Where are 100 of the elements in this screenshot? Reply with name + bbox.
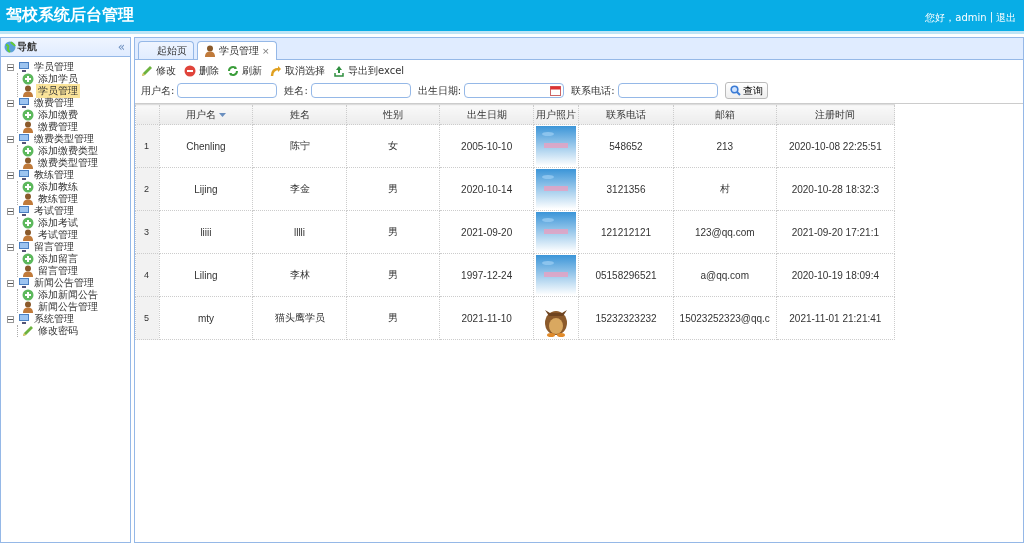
tree-item[interactable]: 学员管理: [32, 60, 76, 74]
collapse-toggle[interactable]: [7, 243, 14, 251]
tree-item[interactable]: 添加教练: [36, 180, 80, 194]
collapse-toggle[interactable]: [7, 171, 14, 179]
tree-item[interactable]: 缴费类型管理: [36, 156, 100, 170]
tree-item[interactable]: 新闻公告管理: [32, 276, 96, 290]
tree-item[interactable]: 缴费管理: [36, 120, 80, 134]
tab[interactable]: 学员管理 ×: [197, 41, 277, 60]
input-field[interactable]: [617, 83, 718, 98]
table-cell: 123@qq.com: [673, 210, 777, 254]
field-label: 用户名:: [141, 83, 175, 98]
monitor-icon: [18, 205, 30, 217]
tree-item[interactable]: 留言管理: [36, 264, 80, 278]
table-cell: 2021-11-10: [439, 296, 534, 340]
plus-circle-icon: [22, 289, 34, 301]
tree-item[interactable]: 添加留言: [36, 252, 80, 266]
table-cell: 15023252323@qq.c: [673, 296, 777, 340]
plus-circle-icon: [22, 217, 34, 229]
toolbar-button[interactable]: 修改: [141, 64, 176, 78]
tree-item[interactable]: 添加缴费类型: [36, 144, 100, 158]
table-cell: mty: [159, 296, 253, 340]
person-icon: [22, 301, 34, 313]
table-cell: 2020-10-19 18:09:4: [776, 253, 895, 297]
refresh-icon: [227, 65, 239, 77]
person-icon: [22, 121, 34, 133]
greeting-text: 您好，admin: [925, 11, 987, 25]
collapse-toggle[interactable]: [7, 63, 14, 71]
row-number: 5: [135, 296, 160, 340]
monitor-icon: [18, 97, 30, 109]
collapse-toggle[interactable]: [7, 207, 14, 215]
plus-circle-icon: [22, 145, 34, 157]
monitor-icon: [18, 61, 30, 73]
tree-item[interactable]: 留言管理: [32, 240, 76, 254]
tree-item[interactable]: 添加考试: [36, 216, 80, 230]
export-icon: [333, 65, 345, 77]
collapse-toggle[interactable]: [7, 315, 14, 323]
table-cell: 15232323232: [578, 296, 674, 340]
input-field[interactable]: [177, 83, 278, 98]
tree-item[interactable]: 新闻公告管理: [36, 300, 100, 314]
tree-item[interactable]: 添加缴费: [36, 108, 80, 122]
tab[interactable]: 起始页: [138, 41, 194, 59]
minus-icon: [8, 172, 13, 178]
table-cell: lllli: [252, 210, 347, 254]
search-icon: [729, 85, 741, 96]
tree-item[interactable]: 考试管理: [32, 204, 76, 218]
tree-item[interactable]: 缴费管理: [32, 96, 76, 110]
column-header[interactable]: 姓名: [289, 107, 310, 122]
date-field[interactable]: [464, 83, 565, 98]
app-title: 驾校系统后台管理: [6, 5, 134, 26]
toolbar-button[interactable]: 刷新: [227, 64, 262, 78]
row-number: 4: [135, 253, 160, 297]
close-icon[interactable]: ×: [262, 46, 270, 56]
toolbar-button[interactable]: 取消选择: [270, 64, 325, 78]
toolbar-button[interactable]: 导出到excel: [333, 64, 405, 78]
collapse-toggle[interactable]: [7, 279, 14, 287]
person-icon: [22, 229, 34, 241]
table-cell: 2021-09-20 17:21:1: [776, 210, 895, 254]
tree-item[interactable]: 教练管理: [36, 192, 80, 206]
tree-item[interactable]: 添加新闻公告: [36, 288, 100, 302]
minus-icon: [8, 244, 13, 250]
table-cell: 村: [673, 167, 777, 211]
collapse-toggle[interactable]: [7, 135, 14, 143]
minus-icon: [8, 136, 13, 142]
search-button[interactable]: 查询: [724, 82, 768, 99]
tree-item[interactable]: 教练管理: [32, 168, 76, 182]
tree-item[interactable]: 考试管理: [36, 228, 80, 242]
table-cell: Lijing: [159, 167, 253, 211]
table-cell: 121212121: [578, 210, 674, 254]
table-cell: 2021-11-01 21:21:41: [776, 296, 895, 340]
toolbar-button[interactable]: 删除: [184, 64, 219, 78]
pencil-icon: [141, 65, 153, 77]
tree-item[interactable]: 缴费类型管理: [32, 132, 96, 146]
row-number: 1: [135, 124, 160, 168]
curved-arrow-icon: [270, 65, 282, 77]
column-header[interactable]: 邮箱: [714, 107, 735, 122]
table-cell: 2005-10-10: [439, 124, 534, 168]
tree-item[interactable]: 修改密码: [36, 324, 80, 338]
table-cell: 陈宁: [252, 124, 347, 168]
table-cell: liiii: [159, 210, 253, 254]
table-cell: 男: [346, 253, 440, 297]
field-label: 出生日期:: [417, 83, 462, 98]
table-cell: 女: [346, 124, 440, 168]
collapse-toggle[interactable]: [7, 99, 14, 107]
table-cell: 3121356: [578, 167, 674, 211]
pencil-icon: [22, 325, 34, 337]
tree-item[interactable]: 添加学员: [36, 72, 80, 86]
monitor-icon: [18, 133, 30, 145]
input-field[interactable]: [310, 83, 411, 98]
plus-circle-icon: [22, 73, 34, 85]
tree-item[interactable]: 学员管理: [36, 84, 80, 98]
table-cell: 2020-10-08 22:25:51: [776, 124, 895, 168]
table-cell: 猫头鹰学员: [252, 296, 347, 340]
separator-text: |: [989, 11, 993, 25]
column-header[interactable]: 性别: [383, 107, 404, 122]
table-cell: 李林: [252, 253, 347, 297]
minus-icon: [8, 64, 13, 70]
row-number: 2: [135, 167, 160, 211]
tree-item[interactable]: 系统管理: [32, 312, 76, 326]
row-number: 3: [135, 210, 160, 254]
monitor-icon: [18, 277, 30, 289]
